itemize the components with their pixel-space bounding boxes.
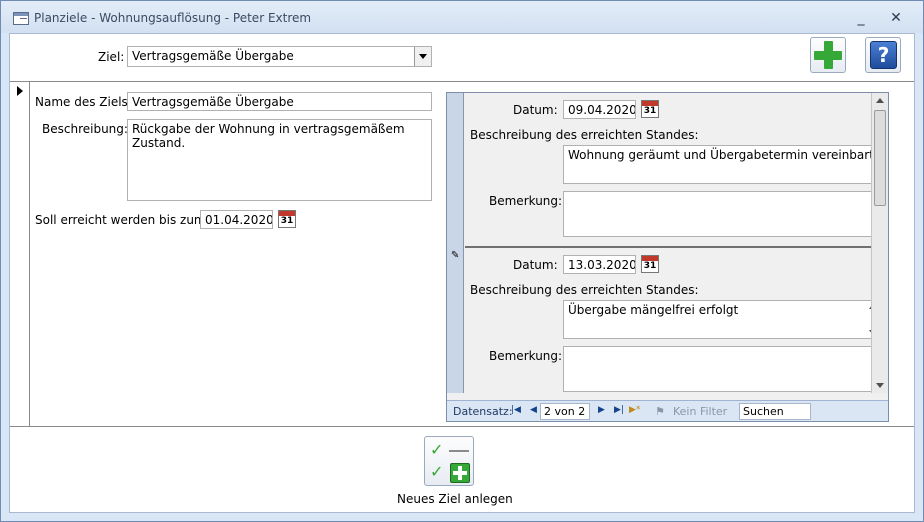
datum-field[interactable]: 09.04.2020 bbox=[563, 100, 636, 119]
plus-icon bbox=[814, 41, 842, 69]
list-line bbox=[449, 450, 469, 452]
window-title: Planziele - Wohnungsauflösung - Peter Ex… bbox=[34, 11, 312, 25]
ziel-label: Ziel: bbox=[98, 50, 125, 64]
description-label: Beschreibung: bbox=[42, 122, 128, 136]
footer-divider bbox=[10, 426, 914, 427]
record-top-divider bbox=[10, 81, 914, 82]
datum-field[interactable]: 13.03.2020 bbox=[563, 255, 636, 274]
last-record-icon[interactable]: ▶| bbox=[614, 405, 624, 415]
next-record-icon[interactable]: ▶ bbox=[598, 405, 605, 415]
subform-record: Datum: 13.03.2020 31 Beschreibung des er… bbox=[465, 248, 888, 398]
previous-record-icon[interactable]: ◀ bbox=[530, 405, 537, 415]
current-record-field[interactable]: 2 von 2 bbox=[540, 403, 590, 420]
first-record-icon[interactable]: |◀ bbox=[511, 405, 521, 415]
check-icon: ✓ bbox=[430, 440, 444, 459]
new-goal-button[interactable]: ✓ ✓ bbox=[424, 436, 474, 486]
due-date-field[interactable]: 01.04.2020 bbox=[200, 210, 273, 229]
minimize-button[interactable]: _ bbox=[851, 9, 871, 27]
scroll-down-icon[interactable] bbox=[876, 383, 884, 388]
check-icon: ✓ bbox=[430, 462, 444, 481]
stand-field[interactable]: Wohnung geräumt und Übergabetermin verei… bbox=[563, 145, 881, 184]
calendar-icon[interactable]: 31 bbox=[278, 210, 296, 228]
title-bar: Planziele - Wohnungsauflösung - Peter Ex… bbox=[1, 1, 923, 33]
calendar-icon[interactable]: 31 bbox=[641, 255, 659, 273]
stand-label: Beschreibung des erreichten Standes: bbox=[470, 283, 699, 297]
subform-record-selector[interactable]: ✎ bbox=[447, 93, 464, 393]
pencil-icon: ✎ bbox=[451, 250, 460, 261]
name-label: Name des Ziels: bbox=[35, 95, 132, 109]
bemerkung-label: Bemerkung: bbox=[489, 194, 563, 208]
new-record-icon[interactable]: ▶* bbox=[629, 405, 640, 415]
datum-label: Datum: bbox=[513, 258, 558, 272]
subform-record: Datum: 09.04.2020 31 Beschreibung des er… bbox=[465, 93, 888, 246]
stand-field[interactable]: Übergabe mängelfrei erfolgt bbox=[563, 300, 881, 339]
app-window: Planziele - Wohnungsauflösung - Peter Ex… bbox=[0, 0, 924, 522]
filter-icon: ⚑ bbox=[655, 405, 665, 418]
no-filter-button[interactable]: Kein Filter bbox=[673, 405, 727, 418]
help-icon: ? bbox=[870, 41, 897, 69]
form-icon bbox=[13, 12, 29, 25]
datum-label: Datum: bbox=[513, 103, 558, 117]
form-area: Ziel: Vertragsgemäße Übergabe ? Name des… bbox=[9, 33, 915, 513]
bemerkung-label: Bemerkung: bbox=[489, 349, 563, 363]
scroll-thumb[interactable] bbox=[874, 110, 886, 206]
scroll-up-icon[interactable] bbox=[876, 98, 884, 103]
record-navigation-bar: Datensatz: |◀ ◀ 2 von 2 ▶ ▶| ▶* ⚑ Kein F… bbox=[447, 400, 888, 421]
calendar-icon[interactable]: 31 bbox=[641, 100, 659, 118]
progress-subform: ✎ Datum: 09.04.2020 31 Beschreibung des … bbox=[446, 92, 889, 422]
bemerkung-field[interactable] bbox=[563, 191, 881, 237]
ziel-combobox-value: Vertragsgemäße Übergabe bbox=[132, 49, 294, 63]
ziel-combobox[interactable]: Vertragsgemäße Übergabe bbox=[127, 46, 432, 67]
search-input[interactable]: Suchen bbox=[739, 403, 811, 420]
help-button[interactable]: ? bbox=[865, 37, 901, 73]
current-record-arrow-icon bbox=[17, 86, 23, 96]
chevron-down-icon[interactable] bbox=[414, 47, 431, 66]
add-button[interactable] bbox=[810, 37, 846, 73]
new-goal-label[interactable]: Neues Ziel anlegen bbox=[397, 492, 513, 506]
description-field[interactable]: Rückgabe der Wohnung in vertragsgemäßem … bbox=[127, 119, 432, 201]
stand-label: Beschreibung des erreichten Standes: bbox=[470, 128, 699, 142]
bemerkung-field[interactable] bbox=[563, 346, 881, 392]
subform-scrollbar[interactable] bbox=[871, 93, 888, 393]
due-date-label: Soll erreicht werden bis zum: bbox=[35, 213, 210, 227]
record-selector[interactable] bbox=[10, 82, 30, 427]
close-button[interactable]: ✕ bbox=[886, 9, 906, 27]
stand-field-text: Übergabe mängelfrei erfolgt bbox=[568, 303, 739, 317]
plus-icon bbox=[450, 463, 470, 483]
name-field[interactable]: Vertragsgemäße Übergabe bbox=[127, 92, 432, 111]
nav-label: Datensatz: bbox=[453, 405, 513, 418]
